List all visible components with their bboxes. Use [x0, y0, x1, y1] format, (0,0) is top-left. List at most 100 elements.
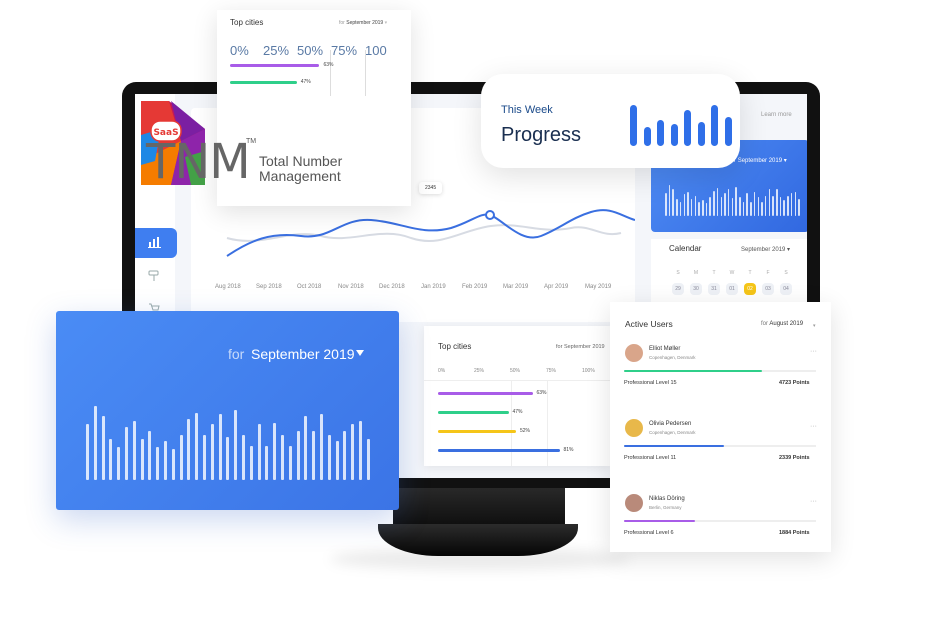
activity-bar	[242, 434, 245, 480]
month-label: Oct 2018	[297, 284, 322, 290]
axis-tick-label: 0%	[438, 368, 446, 374]
month-label: Jan 2019	[421, 284, 446, 290]
for-label: for	[228, 346, 245, 362]
brand-name-line2: Management	[259, 168, 341, 184]
progress-fill	[624, 445, 724, 447]
sidebar-item-dashboard[interactable]	[135, 228, 177, 258]
chart-line-primary	[226, 209, 636, 257]
calendar-month-select[interactable]: September 2019 ▾	[741, 246, 790, 253]
user-location: Copenhagen, Denmark	[649, 355, 696, 360]
activity-bar	[735, 187, 737, 216]
month-filter[interactable]: for August 2019	[761, 321, 803, 327]
activity-bar	[218, 414, 222, 480]
axis-tick-label: 75%	[331, 43, 358, 58]
calendar-day[interactable]: 03	[762, 283, 774, 295]
month-label: Aug 2018	[215, 284, 241, 290]
week-bar	[711, 105, 718, 146]
activity-bar	[281, 434, 284, 480]
more-options-icon[interactable]: ···	[810, 423, 817, 430]
active-users-card: Active Users for August 2019 ▾ Elliot Mø…	[610, 302, 831, 552]
month-filter[interactable]: for September 2019	[556, 344, 605, 350]
paint-roller-icon[interactable]	[148, 270, 160, 282]
activity-bar	[265, 445, 269, 480]
activity-bar	[132, 420, 136, 480]
calendar-day[interactable]: 04	[780, 283, 792, 295]
activity-bar	[690, 199, 693, 216]
calendar-day[interactable]: 30	[690, 283, 702, 295]
activity-bar	[335, 440, 339, 480]
weekday-label: S	[784, 270, 788, 276]
activity-bar	[790, 192, 793, 216]
activity-bar	[742, 201, 745, 216]
progress-fill	[624, 370, 763, 372]
screen-blue-filter[interactable]: for September 2019 ▾	[729, 157, 787, 164]
top-cities-card-screen: Top cities for September 2019 0% 25% 50% 75…	[424, 326, 610, 466]
learn-more-link[interactable]: Learn more	[761, 112, 792, 118]
activity-bar	[694, 195, 697, 216]
progress-fill	[624, 520, 696, 522]
activity-bar	[226, 437, 230, 480]
activity-bar	[101, 416, 105, 480]
calendar-day[interactable]: 31	[708, 283, 720, 295]
activity-bar	[727, 188, 730, 216]
user-points: 4723 Points	[779, 380, 810, 386]
activity-bar	[746, 192, 748, 216]
avatar	[625, 344, 643, 362]
weekday-label: F	[766, 270, 770, 276]
monthly-activity-card: for September 2019	[56, 311, 399, 510]
weekday-label: M	[693, 270, 699, 276]
month-label: Sep 2018	[256, 284, 282, 290]
city-bar-label: 63%	[323, 62, 334, 68]
activity-bar	[171, 448, 175, 480]
activity-bar	[724, 192, 726, 216]
user-row[interactable]: Niklas Döring Berlin, Germany ··· Professio…	[610, 494, 831, 568]
calendar-day[interactable]: 29	[672, 283, 684, 295]
user-row[interactable]: Olivia Pedersen Copenhagen, Denmark ··· Pro…	[610, 419, 831, 493]
calendar-day[interactable]: 01	[726, 283, 738, 295]
activity-bar	[257, 424, 261, 480]
axis-tick-label: 75%	[546, 368, 557, 374]
month-label: May 2019	[585, 284, 612, 290]
activity-bar	[679, 202, 682, 216]
activity-bar	[195, 412, 199, 480]
more-options-icon[interactable]: ···	[810, 348, 817, 355]
week-bar	[630, 105, 637, 146]
month-filter[interactable]: for September 2019 ▾	[339, 20, 387, 26]
activity-bar	[768, 189, 771, 216]
more-options-icon[interactable]: ···	[810, 498, 817, 505]
chevron-down-icon[interactable]: ▾	[813, 323, 816, 329]
chevron-down-icon[interactable]	[356, 350, 364, 356]
chart-line-secondary	[226, 224, 622, 242]
calendar-day[interactable]: 02	[744, 283, 756, 295]
activity-bar	[320, 414, 323, 480]
city-bar-label: 47%	[512, 409, 523, 415]
city-bar-label: 63%	[536, 390, 547, 396]
activity-bar	[798, 199, 800, 216]
axis-tick-label: 100%	[582, 368, 595, 374]
activity-bar	[665, 192, 667, 216]
progress-title: Progress	[501, 124, 582, 146]
activity-bar	[187, 418, 191, 480]
activity-bar	[794, 191, 796, 216]
avatar	[625, 419, 643, 437]
activity-bar	[93, 406, 97, 480]
weekday-label: S	[676, 270, 680, 276]
week-bar	[724, 117, 732, 146]
month-select[interactable]: September 2019	[251, 346, 355, 362]
monitor-stand-base	[378, 524, 578, 556]
axis-tick-label: 50%	[510, 368, 521, 374]
city-bar-label: 81%	[563, 447, 574, 453]
axis-divider	[424, 380, 610, 381]
calendar-title: Calendar	[669, 244, 702, 253]
user-row[interactable]: Elliot Møller Copenhagen, Denmark ··· Profe…	[610, 344, 831, 418]
week-bar	[670, 124, 678, 146]
axis-tick-label: 50%	[297, 43, 324, 58]
activity-bar	[203, 434, 206, 480]
user-location: Copenhagen, Denmark	[649, 430, 696, 435]
user-name: Elliot Møller	[649, 346, 681, 352]
chart-point-highlight[interactable]	[485, 210, 495, 220]
grid-line	[365, 50, 366, 96]
activity-bar	[676, 199, 678, 216]
axis-tick-label: 25%	[263, 43, 290, 58]
activity-bar	[351, 424, 355, 480]
